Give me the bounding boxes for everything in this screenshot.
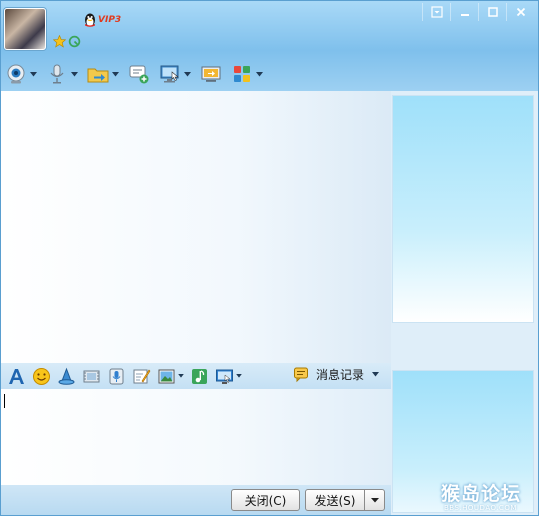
contact-show-panel xyxy=(392,95,534,323)
close-window-button[interactable] xyxy=(506,3,534,21)
font-button[interactable] xyxy=(7,365,26,387)
message-history-button[interactable]: 消息记录 xyxy=(293,366,380,383)
video-call-button[interactable] xyxy=(1,62,37,86)
screenshot-button[interactable] xyxy=(215,365,242,387)
chevron-down-icon xyxy=(372,372,380,377)
maximize-icon xyxy=(487,7,498,17)
chevron-down-icon xyxy=(112,71,119,76)
music-button[interactable] xyxy=(190,365,209,387)
message-input[interactable] xyxy=(1,389,391,485)
video-clip-icon xyxy=(83,370,100,382)
create-discussion-button[interactable] xyxy=(124,62,150,86)
vip-badge[interactable]: VIP3 xyxy=(98,15,121,25)
forum-watermark: 猴岛论坛 BBS.HOUDAO.COM xyxy=(441,479,537,513)
voice-call-button[interactable] xyxy=(42,62,78,86)
send-options-button[interactable] xyxy=(364,489,385,511)
window-controls xyxy=(422,3,534,21)
screen-share-icon xyxy=(201,66,221,82)
dropdown-button[interactable] xyxy=(422,3,450,21)
shake-button[interactable] xyxy=(57,365,76,387)
main-toolbar xyxy=(1,61,301,87)
chevron-down-icon xyxy=(236,374,242,378)
status-ring-icon[interactable] xyxy=(68,35,81,48)
close-button[interactable]: 关闭(C) xyxy=(231,489,300,511)
chevron-down-icon xyxy=(370,497,379,502)
action-bar: 关闭(C) 发送(S) xyxy=(1,485,391,515)
webcam-icon xyxy=(7,64,25,84)
maximize-button[interactable] xyxy=(478,3,506,21)
chat-window: VIP3 消息记录 关闭(C) 发送(S) 猴岛论坛 BBS.HOUDAO.CO… xyxy=(0,0,539,516)
history-icon xyxy=(294,367,308,383)
window-header: VIP3 xyxy=(1,1,538,91)
minimize-button[interactable] xyxy=(450,3,478,21)
chevron-down-icon xyxy=(184,71,191,76)
message-history-label: 消息记录 xyxy=(316,368,365,382)
avatar[interactable] xyxy=(4,8,46,50)
music-icon xyxy=(192,368,207,384)
close-icon xyxy=(516,7,525,17)
remote-assist-button[interactable] xyxy=(155,62,191,86)
video-clip-button[interactable] xyxy=(82,365,101,387)
file-transfer-button[interactable] xyxy=(83,62,119,86)
voice-message-button[interactable] xyxy=(107,365,126,387)
voice-message-icon xyxy=(109,368,124,384)
scribble-icon xyxy=(133,369,151,383)
watermark-title: 猴岛论坛 xyxy=(441,483,522,505)
shake-icon xyxy=(58,367,75,385)
minimize-icon xyxy=(460,14,469,16)
screen-share-button[interactable] xyxy=(196,62,222,86)
qq-penguin-icon xyxy=(85,13,95,27)
text-caret xyxy=(4,394,5,408)
image-icon xyxy=(158,369,175,383)
chevron-down-icon xyxy=(30,71,37,76)
watermark-url: BBS.HOUDAO.COM xyxy=(444,504,517,512)
send-image-button[interactable] xyxy=(157,365,184,387)
message-display-area[interactable] xyxy=(1,91,391,363)
dropdown-icon xyxy=(430,6,443,18)
star-icon[interactable] xyxy=(53,35,66,48)
send-button[interactable]: 发送(S) xyxy=(305,489,365,511)
scribble-button[interactable] xyxy=(132,365,151,387)
chevron-down-icon xyxy=(71,71,78,76)
format-toolbar: 消息记录 xyxy=(1,363,391,389)
folder-transfer-icon xyxy=(87,68,109,83)
message-add-icon xyxy=(129,65,149,84)
apps-button[interactable] xyxy=(227,62,263,86)
remote-desktop-icon xyxy=(160,65,179,83)
smiley-icon xyxy=(33,367,50,385)
microphone-icon xyxy=(50,64,64,84)
screenshot-icon xyxy=(216,369,233,384)
font-icon xyxy=(9,368,24,384)
chevron-down-icon xyxy=(178,374,184,378)
emoji-button[interactable] xyxy=(32,365,51,387)
chevron-down-icon xyxy=(256,71,263,76)
apps-grid-icon xyxy=(234,66,250,82)
